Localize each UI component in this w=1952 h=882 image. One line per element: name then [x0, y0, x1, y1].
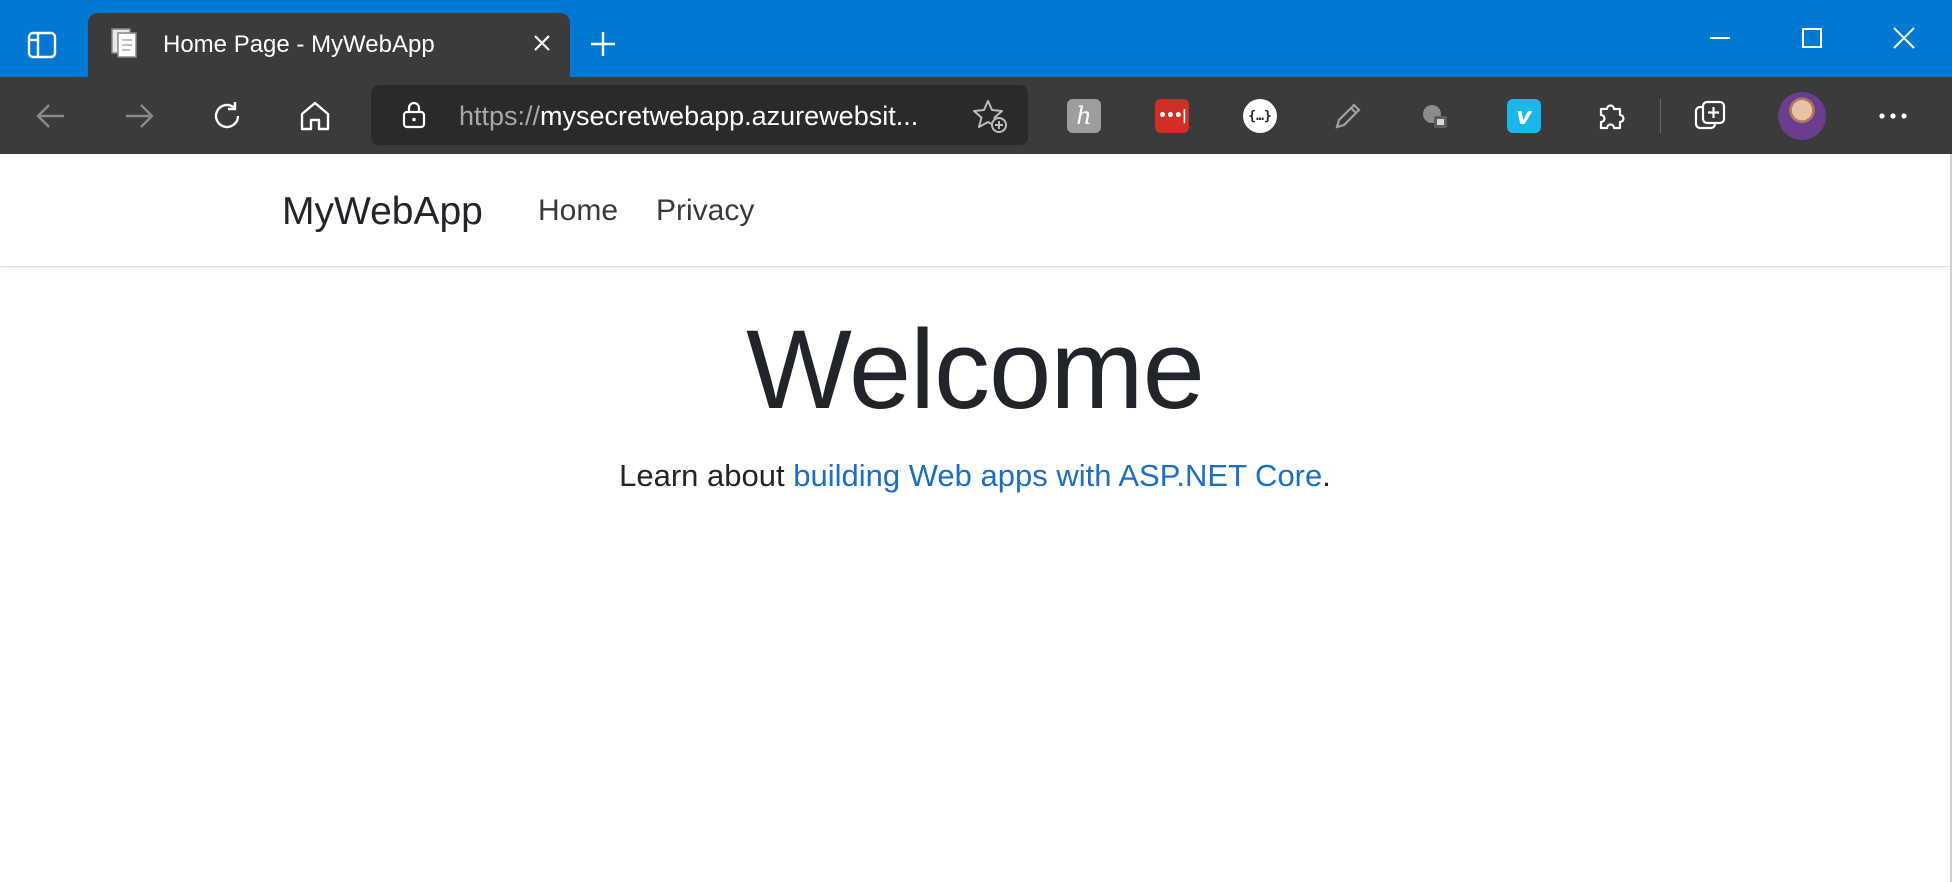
learn-prefix: Learn about — [619, 458, 794, 493]
back-icon[interactable] — [30, 95, 72, 137]
more-options-icon[interactable] — [1872, 95, 1914, 137]
profile-avatar[interactable] — [1778, 92, 1826, 140]
minimize-icon[interactable] — [1700, 18, 1740, 58]
toolbar-separator — [1660, 99, 1661, 133]
lastpass-extension-icon[interactable]: •••| — [1155, 99, 1189, 133]
pencil-extension-icon[interactable] — [1331, 99, 1365, 133]
browser-titlebar: Home Page - MyWebApp — [0, 0, 1952, 77]
add-favorite-icon[interactable] — [972, 98, 1008, 134]
home-icon[interactable] — [294, 95, 336, 137]
extensions-puzzle-icon[interactable] — [1595, 99, 1629, 133]
vimeo-extension-icon[interactable]: v — [1507, 99, 1541, 133]
welcome-heading: Welcome — [746, 307, 1205, 432]
nav-link-home[interactable]: Home — [538, 194, 618, 228]
active-tab[interactable]: Home Page - MyWebApp — [88, 13, 570, 77]
browser-toolbar: https://mysecretwebapp.azurewebsit... h … — [0, 77, 1952, 154]
collections-icon[interactable] — [1693, 99, 1727, 133]
maximize-icon[interactable] — [1792, 18, 1832, 58]
forward-icon[interactable] — [118, 95, 160, 137]
lock-icon[interactable] — [401, 101, 427, 134]
office-extension-icon[interactable] — [1419, 99, 1453, 133]
url-text: https://mysecretwebapp.azurewebsit... — [459, 101, 918, 132]
site-navbar: MyWebApp Home Privacy — [0, 154, 1950, 267]
address-bar[interactable]: https://mysecretwebapp.azurewebsit... — [371, 85, 1028, 145]
url-scheme: https:// — [459, 101, 541, 131]
refresh-icon[interactable] — [206, 95, 248, 137]
nav-link-privacy[interactable]: Privacy — [656, 194, 754, 228]
learn-suffix: . — [1322, 458, 1331, 493]
page-favicon-icon — [110, 27, 140, 59]
close-window-icon[interactable] — [1884, 18, 1924, 58]
json-formatter-extension-icon[interactable]: {…} — [1243, 99, 1277, 133]
tab-actions-icon[interactable] — [24, 27, 60, 63]
tab-title: Home Page - MyWebApp — [163, 31, 435, 58]
close-tab-icon[interactable] — [528, 29, 556, 57]
url-host: mysecretwebapp.azurewebsit... — [540, 101, 919, 131]
learn-paragraph: Learn about building Web apps with ASP.N… — [0, 458, 1950, 494]
aspnet-core-docs-link[interactable]: building Web apps with ASP.NET Core — [793, 458, 1322, 493]
honey-extension-icon[interactable]: h — [1067, 99, 1101, 133]
new-tab-icon[interactable] — [585, 26, 621, 62]
site-brand-link[interactable]: MyWebApp — [282, 190, 483, 234]
